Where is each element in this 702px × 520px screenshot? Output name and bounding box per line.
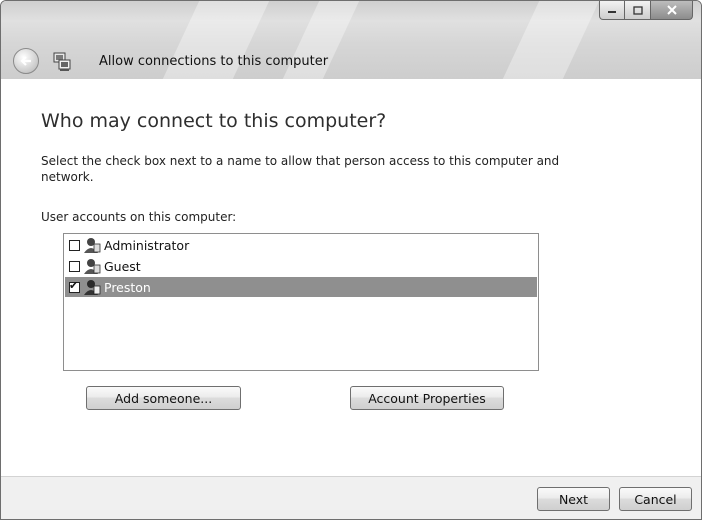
user-item-administrator[interactable]: Administrator [65,235,537,255]
user-list-label: User accounts on this computer: [41,210,237,224]
back-arrow-icon [20,56,31,66]
user-account-icon [84,259,101,274]
account-properties-button[interactable]: Account Properties [350,386,504,410]
guest-checkbox[interactable] [69,260,80,272]
title-bar: Allow connections to this computer [1,1,701,79]
page-description: Select the check box next to a name to a… [41,154,560,184]
user-item-guest[interactable]: Guest [65,256,537,276]
close-button[interactable] [651,1,693,20]
network-connection-icon [53,52,71,71]
dialog-window: Allow connections to this computer Who m… [0,0,702,520]
maximize-button[interactable] [625,1,651,20]
cancel-button[interactable]: Cancel [619,487,692,511]
next-button[interactable]: Next [537,487,610,511]
user-name: Guest [104,258,141,274]
user-name: Preston [104,279,151,295]
page-heading: Who may connect to this computer? [41,110,387,132]
close-icon [666,5,677,15]
footer-bar: Next Cancel [1,476,701,519]
user-accounts-list[interactable]: Administrator Guest ✔ Preston [63,233,539,371]
user-account-icon [84,238,101,253]
back-button[interactable] [13,48,39,74]
main-content: Who may connect to this computer? Select… [1,79,701,476]
user-account-icon [84,280,101,295]
minimize-button[interactable] [599,1,625,20]
window-title: Allow connections to this computer [99,54,329,69]
add-someone-button[interactable]: Add someone... [86,386,241,410]
maximize-icon [632,5,643,15]
minimize-icon [608,11,616,13]
preston-checkbox[interactable]: ✔ [69,278,80,293]
user-name: Administrator [104,237,190,253]
checkmark-icon: ✔ [69,278,79,292]
window-controls [599,1,693,20]
user-item-preston[interactable]: ✔ Preston [65,277,537,297]
glass-highlight [502,1,600,79]
administrator-checkbox[interactable] [69,239,80,251]
